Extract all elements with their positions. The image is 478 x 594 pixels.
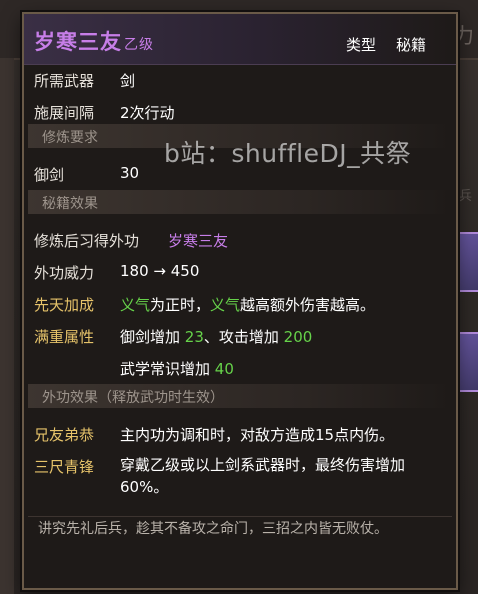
innate-text-1: 为正时，	[150, 296, 211, 314]
skill-power-value: 180 → 450	[120, 262, 200, 280]
effect-sanchi-label: 三尺青锋	[34, 458, 95, 476]
effect-xiongyou-label: 兄友弟恭	[34, 426, 95, 444]
innate-text-2: 越高额外伤害越高。	[240, 296, 376, 314]
mastery-value-attack: 200	[283, 328, 313, 346]
innate-bonus-label: 先天加成	[34, 296, 95, 314]
skill-tooltip-panel: 岁寒三友 乙级 类型 秘籍 所需武器 剑 施展间隔 2次行动 修炼要求 御剑 30…	[22, 12, 458, 590]
section-outer-effects: 外功效果（释放武功时生效）	[28, 384, 452, 408]
section-requirements-title: 修炼要求	[42, 130, 98, 146]
effect-xiongyou-value: 主内功为调和时，对敌方造成15点内伤。	[120, 426, 395, 444]
type-value: 秘籍	[396, 36, 427, 54]
skill-name: 岁寒三友	[34, 30, 122, 54]
cast-interval-label: 施展间隔	[34, 104, 95, 122]
section-effects-title: 秘籍效果	[42, 196, 98, 212]
attr-yiqi: 义气	[120, 296, 151, 314]
skill-power-label: 外功威力	[34, 264, 95, 282]
background-left-strip	[0, 58, 14, 594]
mastery-value-knowledge: 40	[214, 360, 234, 378]
mastery-attr-label: 满重属性	[34, 328, 95, 346]
type-label: 类型	[346, 36, 377, 54]
section-outer-title: 外功效果（释放武功时生效）	[42, 390, 224, 406]
flavor-text: 讲究先礼后兵，趁其不备攻之命门，三招之内皆无败仗。	[38, 521, 388, 537]
tooltip-header: 岁寒三友 乙级 类型 秘籍	[24, 14, 456, 65]
skill-grade: 乙级	[124, 37, 154, 53]
required-weapon-value: 剑	[120, 72, 136, 90]
watermark-text: b站：shuffleDJ_共祭	[164, 139, 412, 168]
mastery-text-e: 武学常识增加	[120, 360, 215, 378]
innate-bonus-value: 义气为正时，义气越高额外伤害越高。	[120, 294, 375, 315]
learned-skill-label: 修炼后习得外功	[34, 232, 140, 250]
flavor-divider	[28, 516, 452, 517]
mastery-text-a: 御剑增加	[120, 328, 185, 346]
skill-title: 岁寒三友 乙级	[34, 26, 154, 56]
cast-interval-value: 2次行动	[120, 104, 175, 122]
attr-yiqi-2: 义气	[210, 296, 241, 314]
mastery-attr-line2: 武学常识增加 40	[120, 358, 234, 379]
mastery-value-sword: 23	[184, 328, 204, 346]
mastery-attr-line1: 御剑增加 23、攻击增加 200	[120, 326, 312, 347]
mastery-text-c: 、攻击增加	[203, 328, 284, 346]
requirement-sword-label: 御剑	[34, 166, 65, 184]
required-weapon-label: 所需武器	[34, 72, 95, 90]
learned-skill-value: 岁寒三友	[168, 232, 229, 250]
effect-sanchi-value: 穿戴乙级或以上剑系武器时，最终伤害增加60%。	[120, 456, 406, 496]
section-effects: 秘籍效果	[28, 190, 452, 214]
requirement-sword-value: 30	[120, 164, 140, 182]
